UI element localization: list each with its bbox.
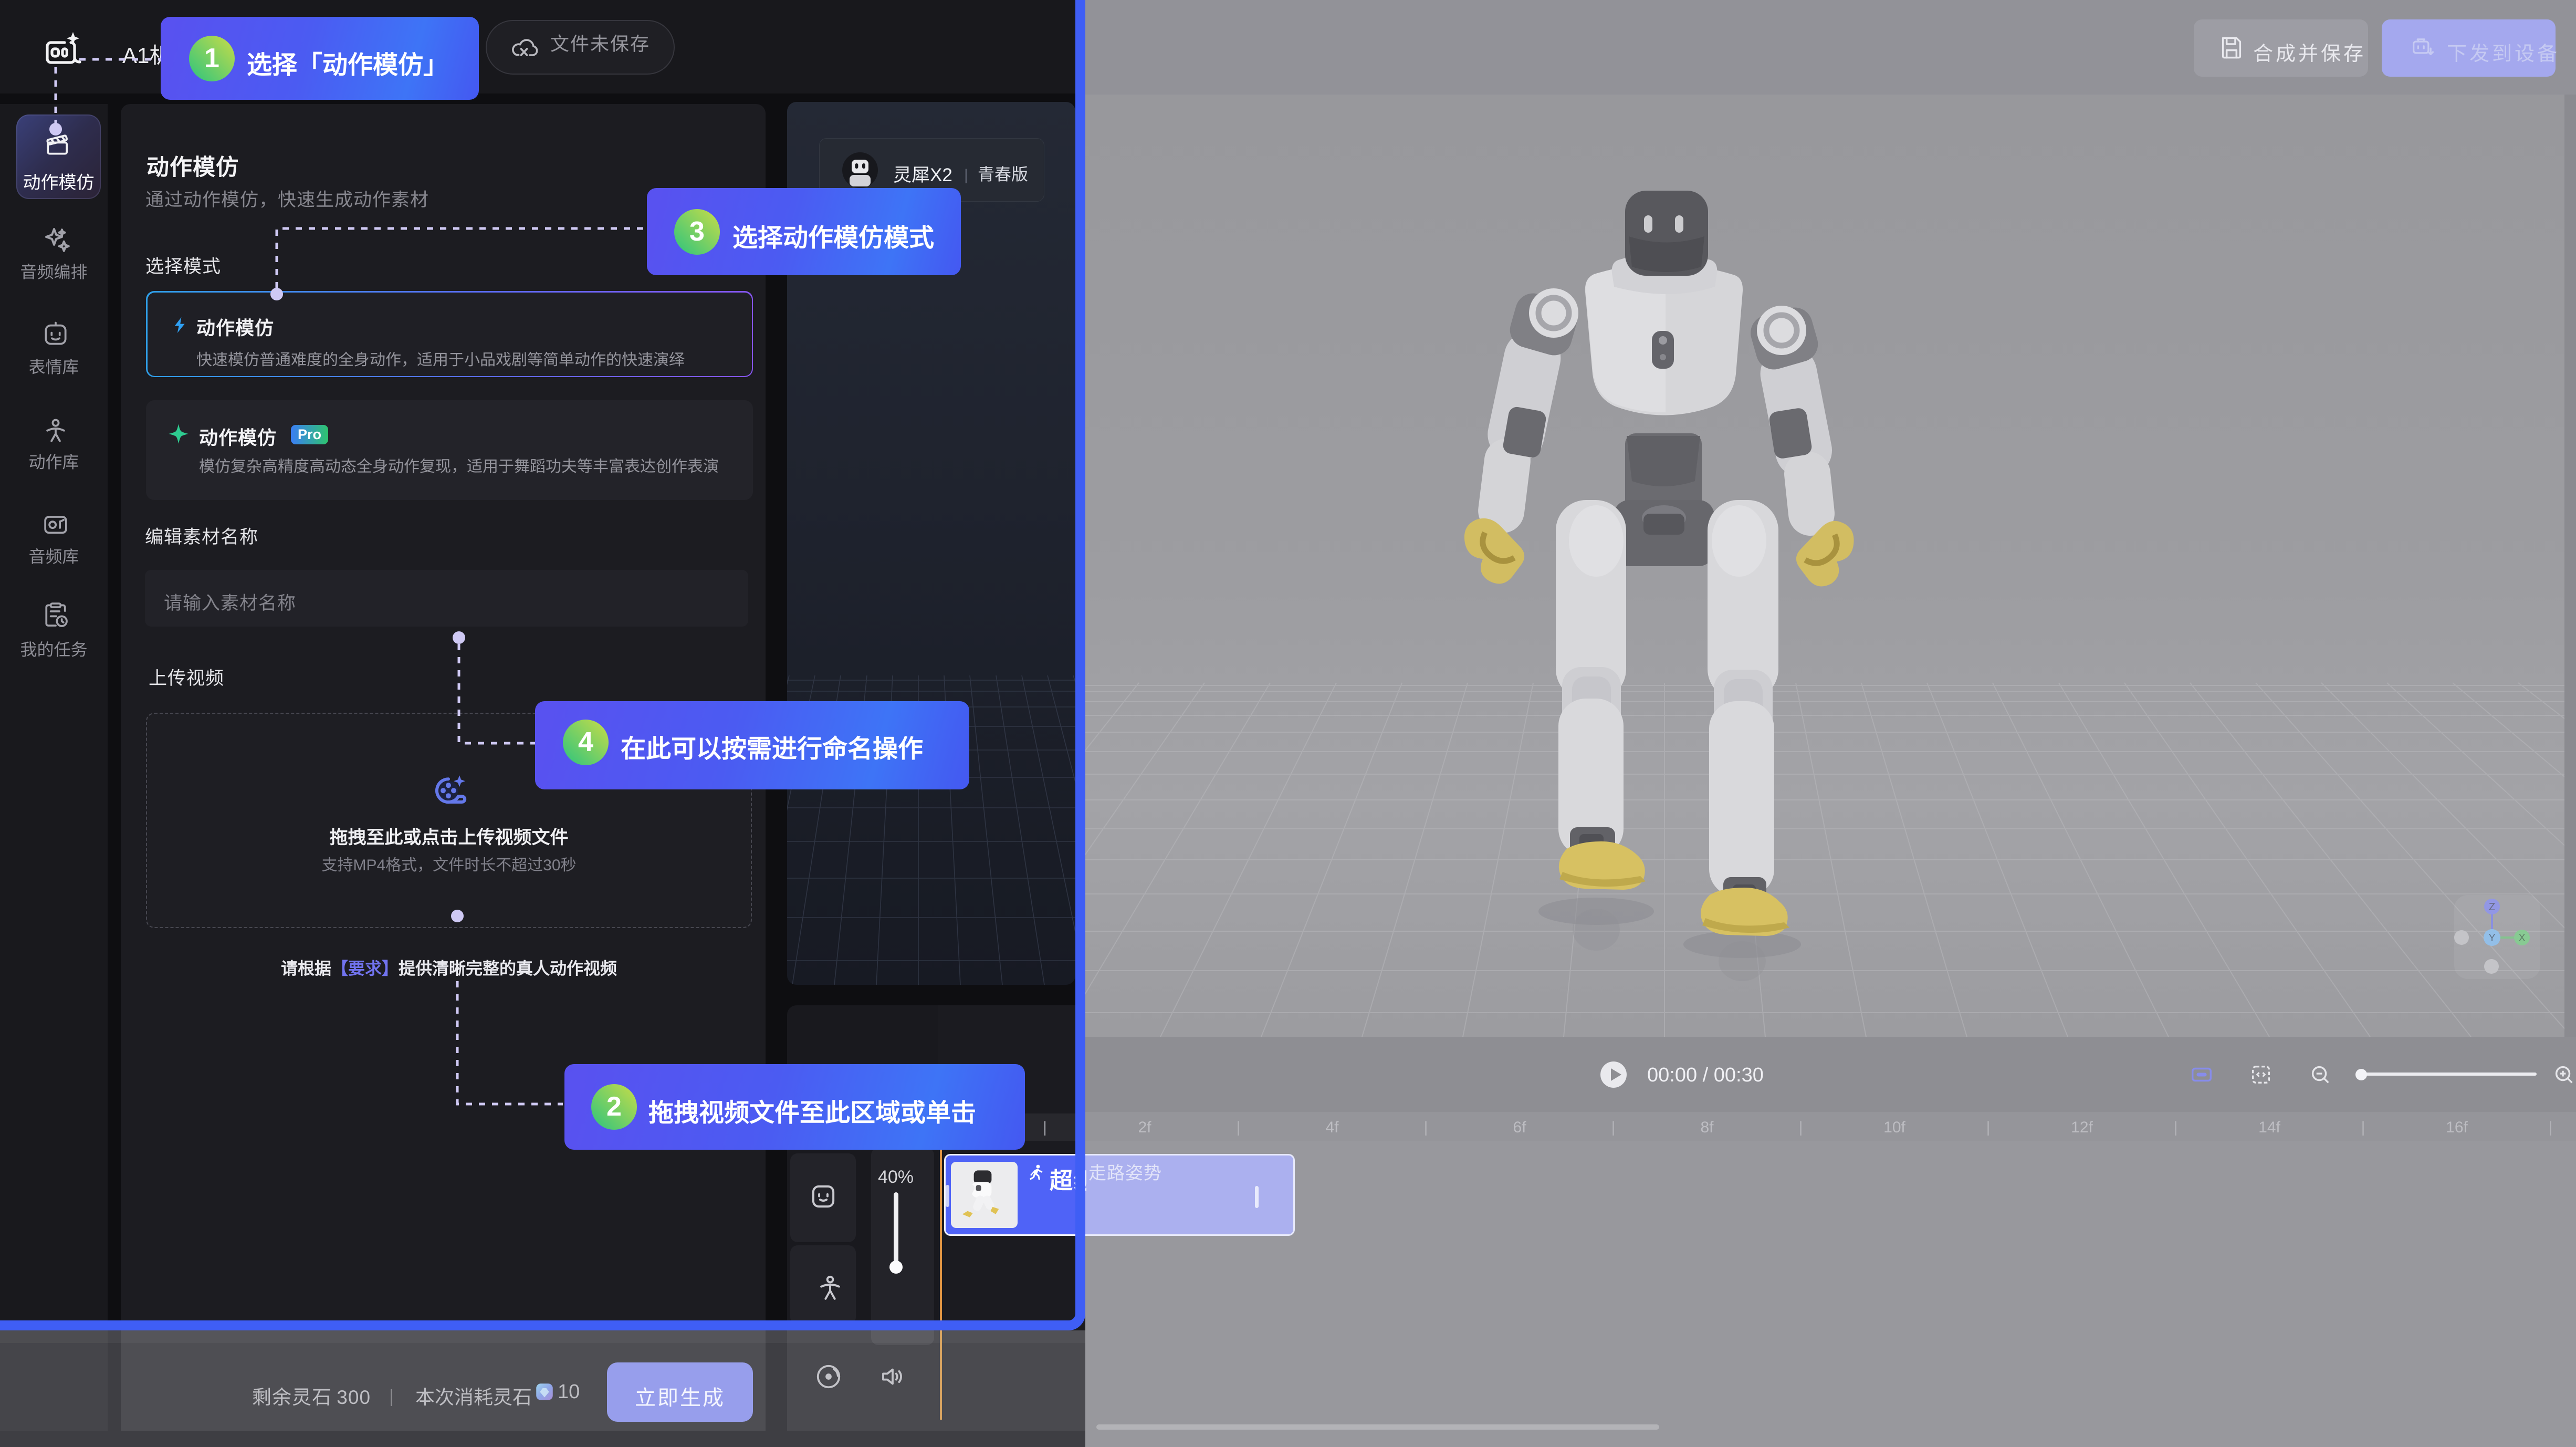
svg-text:X: X [2518, 932, 2525, 944]
svg-text:Y: Y [2488, 932, 2495, 944]
svg-text:Z: Z [2489, 901, 2495, 913]
